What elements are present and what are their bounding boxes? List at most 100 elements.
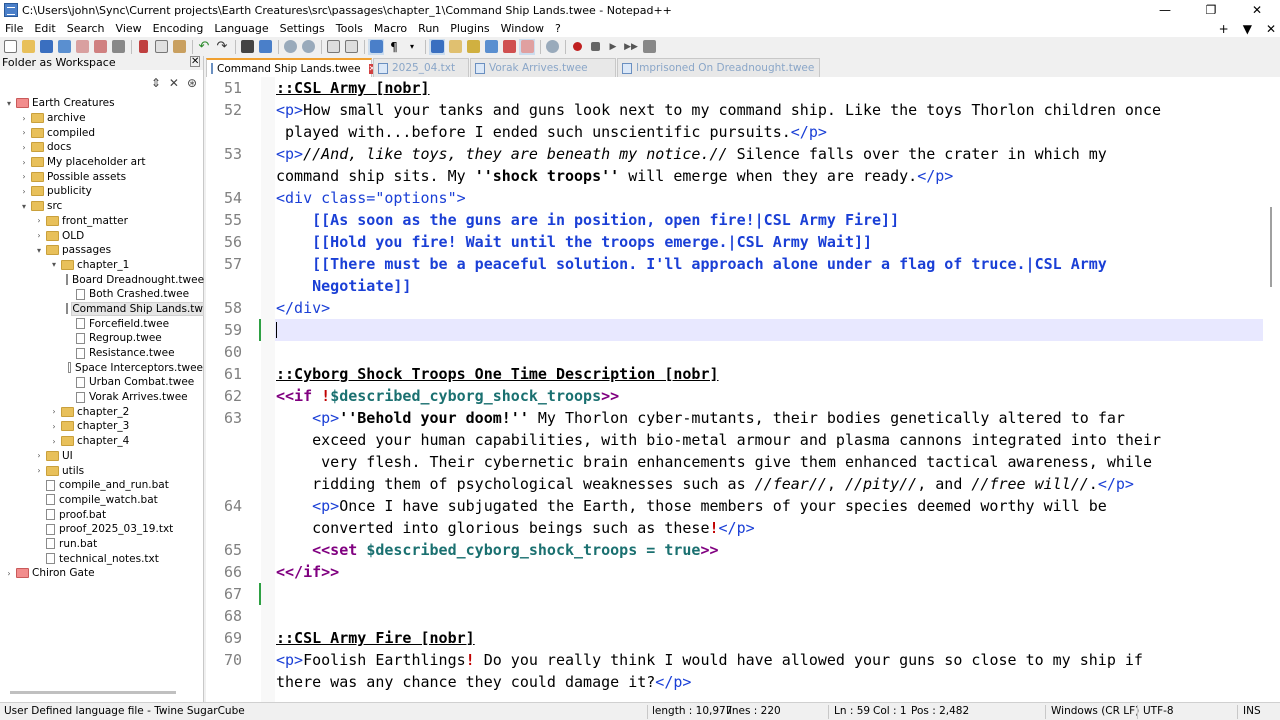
code-line[interactable]: 58 </div>: [206, 297, 1280, 319]
tree-item[interactable]: ▾ src: [0, 199, 203, 214]
menu-settings[interactable]: Settings: [274, 22, 330, 35]
code-text[interactable]: <</if>>: [276, 561, 339, 583]
menu-tools[interactable]: Tools: [330, 22, 368, 35]
document-map-icon[interactable]: [465, 39, 481, 55]
collapse-all-icon[interactable]: ✕: [169, 76, 179, 90]
code-text[interactable]: converted into glorious beings such as t…: [276, 517, 755, 539]
tab-command-ship-lands[interactable]: Command Ship Lands.twee ✕: [206, 58, 376, 77]
tree-item[interactable]: ▾ chapter_1: [0, 258, 203, 273]
monitoring-icon[interactable]: [519, 38, 535, 55]
tree-item[interactable]: proof.bat: [0, 507, 203, 522]
tab-imprisoned-on-dreadnought[interactable]: Imprisoned On Dreadnought.twee: [617, 58, 820, 77]
code-line[interactable]: 70 <p>Foolish Earthlings! Do you really t…: [206, 649, 1280, 671]
minimize-button[interactable]: —: [1142, 0, 1188, 20]
chevron-right-icon[interactable]: ›: [34, 451, 44, 460]
code-line[interactable]: 62 <<if !$described_cyborg_shock_troops>>: [206, 385, 1280, 407]
code-text[interactable]: [[Hold you fire! Wait until the troops e…: [276, 231, 872, 253]
code-line[interactable]: 67: [206, 583, 1280, 605]
code-line[interactable]: ridding them of psychological weaknesses…: [206, 473, 1280, 495]
tab-list-dropdown-icon[interactable]: ▼: [1243, 22, 1252, 36]
code-line[interactable]: 64 <p>Once I have subjugated the Earth, …: [206, 495, 1280, 517]
code-text[interactable]: exceed your human capabilities, with bio…: [276, 429, 1161, 451]
chevron-right-icon[interactable]: ›: [19, 128, 29, 137]
code-text[interactable]: ::Cyborg Shock Troops One Time Descripti…: [276, 363, 719, 385]
chevron-right-icon[interactable]: ›: [34, 466, 44, 475]
sync-horizontal-icon[interactable]: [343, 39, 359, 55]
sync-vertical-icon[interactable]: [325, 39, 341, 55]
code-text[interactable]: [[As soon as the guns are in position, o…: [276, 209, 899, 231]
menu-run[interactable]: Run: [412, 22, 444, 35]
cut-icon[interactable]: [135, 39, 151, 55]
find-icon[interactable]: [239, 39, 255, 55]
tree-item[interactable]: Board Dreadnought.twee: [0, 272, 204, 287]
code-text[interactable]: [[There must be a peaceful solution. I'l…: [276, 253, 1107, 275]
indent-guide-dropdown-icon[interactable]: ▾: [404, 39, 420, 55]
menu-macro[interactable]: Macro: [368, 22, 412, 35]
code-text[interactable]: ::CSL Army [nobr]: [276, 77, 430, 99]
user-language-icon[interactable]: [447, 39, 463, 55]
status-encoding[interactable]: UTF-8: [1143, 705, 1174, 717]
close-document-icon[interactable]: ✕: [1266, 22, 1276, 36]
tree-item[interactable]: › My placeholder art: [0, 155, 203, 170]
chevron-right-icon[interactable]: ›: [4, 569, 14, 578]
tree-item[interactable]: › chapter_2: [0, 404, 203, 419]
code-line[interactable]: 69::CSL Army Fire [nobr]: [206, 627, 1280, 649]
tree-item[interactable]: ▾ Earth Creatures: [0, 96, 203, 111]
new-file-icon[interactable]: [2, 39, 18, 55]
code-text[interactable]: very flesh. Their cybernetic brain enhan…: [276, 451, 1152, 473]
code-line[interactable]: 54 <div class="options">: [206, 187, 1280, 209]
new-tab-icon[interactable]: +: [1219, 22, 1229, 36]
preview-icon[interactable]: [544, 39, 560, 55]
close-icon[interactable]: [74, 39, 90, 55]
code-text[interactable]: played with...before I ended such unscie…: [276, 121, 827, 143]
print-icon[interactable]: [110, 39, 126, 55]
code-line[interactable]: 66 <</if>>: [206, 561, 1280, 583]
menu-search[interactable]: Search: [61, 22, 110, 35]
code-text[interactable]: <p>//And, like toys, they are beneath my…: [276, 143, 1107, 165]
code-text[interactable]: <<if !$described_cyborg_shock_troops>>: [276, 385, 619, 407]
word-wrap-icon[interactable]: [368, 38, 384, 55]
code-line[interactable]: played with...before I ended such unscie…: [206, 121, 1280, 143]
tree-item[interactable]: › archive: [0, 111, 203, 126]
tree-item[interactable]: › publicity: [0, 184, 203, 199]
chevron-right-icon[interactable]: ›: [49, 437, 59, 446]
code-line[interactable]: command ship sits. My ''shock troops'' w…: [206, 165, 1280, 187]
close-window-button[interactable]: ✕: [1234, 0, 1280, 20]
tree-item[interactable]: compile_and_run.bat: [0, 478, 203, 493]
run-macro-multiple-icon[interactable]: ▶▶: [623, 39, 639, 55]
code-line[interactable]: very flesh. Their cybernetic brain enhan…: [206, 451, 1280, 473]
tree-item[interactable]: › docs: [0, 140, 203, 155]
chevron-right-icon[interactable]: ›: [34, 216, 44, 225]
stop-macro-icon[interactable]: [587, 39, 603, 55]
tree-item[interactable]: Regroup.twee: [0, 331, 203, 346]
zoom-out-icon[interactable]: [300, 39, 316, 55]
chevron-down-icon[interactable]: ▾: [4, 99, 14, 108]
open-file-icon[interactable]: [20, 39, 36, 55]
tree-item[interactable]: ▾ passages: [0, 243, 203, 258]
code-lines[interactable]: 51::CSL Army [nobr] 52 <p>How small your t…: [206, 77, 1280, 693]
indent-guide-icon[interactable]: [429, 38, 445, 55]
code-line[interactable]: 57 [[There must be a peaceful solution. …: [206, 253, 1280, 275]
show-all-characters-icon[interactable]: ¶: [386, 39, 402, 55]
tab-2025-04[interactable]: 2025_04.txt: [373, 58, 469, 77]
menu-plugins[interactable]: Plugins: [444, 22, 494, 35]
chevron-right-icon[interactable]: ›: [49, 422, 59, 431]
chevron-right-icon[interactable]: ›: [19, 158, 29, 167]
code-line[interactable]: there was any chance they could damage i…: [206, 671, 1280, 693]
code-line[interactable]: 63 <p>''Behold your doom!'' My Thorlon c…: [206, 407, 1280, 429]
tree-item[interactable]: Resistance.twee: [0, 346, 203, 361]
tree-item[interactable]: Space Interceptors.twee: [0, 360, 203, 375]
tree-item[interactable]: compile_watch.bat: [0, 493, 203, 508]
tree-item[interactable]: › Possible assets: [0, 169, 203, 184]
tree-item[interactable]: › chapter_3: [0, 419, 203, 434]
menu-view[interactable]: View: [110, 22, 147, 35]
editor-vertical-scrollbar[interactable]: [1270, 207, 1272, 287]
tree-item[interactable]: Command Ship Lands.tw: [0, 301, 204, 317]
code-line[interactable]: exceed your human capabilities, with bio…: [206, 429, 1280, 451]
play-macro-icon[interactable]: ▶: [605, 39, 621, 55]
tree-item[interactable]: › UI: [0, 449, 203, 464]
chevron-right-icon[interactable]: ›: [19, 143, 29, 152]
tree-item[interactable]: Vorak Arrives.twee: [0, 390, 203, 405]
code-text[interactable]: Negotiate]]: [276, 275, 411, 297]
chevron-right-icon[interactable]: ›: [19, 187, 29, 196]
